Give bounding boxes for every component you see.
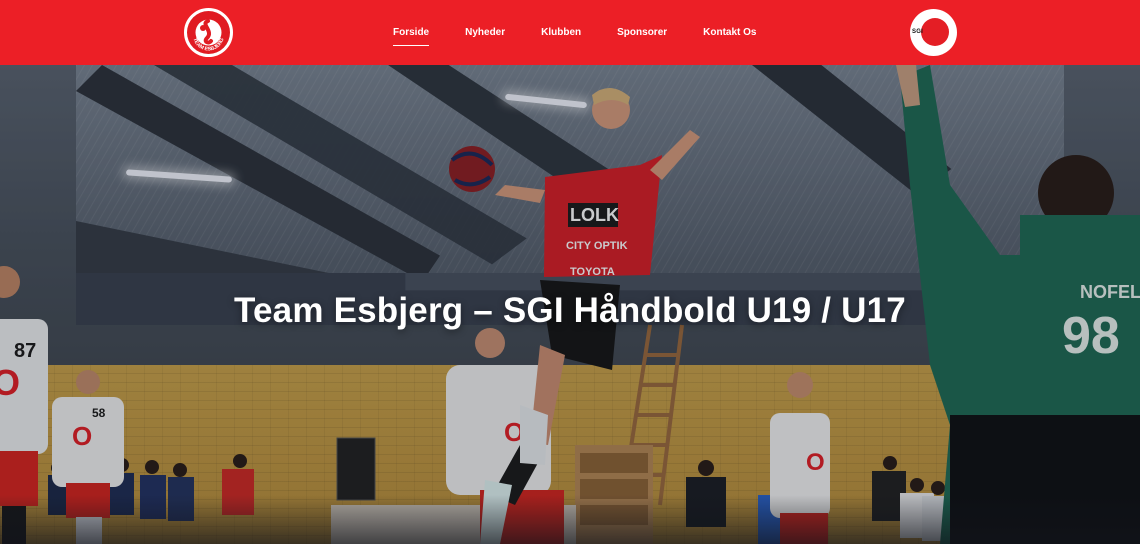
nav-item-sponsorer[interactable]: Sponsorer [617, 26, 667, 40]
nav-item-kontakt-os[interactable]: Kontakt Os [703, 26, 756, 40]
nav-item-nyheder[interactable]: Nyheder [465, 26, 505, 40]
nav-item-klubben[interactable]: Klubben [541, 26, 581, 40]
hero-title: Team Esbjerg – SGI Håndbold U19 / U17 [234, 291, 906, 330]
team-esbjerg-emblem-icon: TEAM ESBJERG [191, 19, 226, 53]
team-esbjerg-logo[interactable]: TEAM ESBJERG [184, 8, 233, 57]
main-nav: Forside Nyheder Klubben Sponsorer Kontak… [393, 0, 793, 65]
nav-item-forside[interactable]: Forside [393, 26, 430, 46]
sgi-logo-dot-icon [921, 18, 949, 46]
site-header: TEAM ESBJERG Forside Nyheder Klubben Spo… [0, 0, 1140, 65]
sgi-logo[interactable]: SGI [910, 9, 957, 56]
hero-banner: 87 O 58 O O O LOLK CITY OPTIK TOYOTA NOF… [0, 65, 1140, 544]
sgi-logo-text: SGI [912, 29, 923, 35]
